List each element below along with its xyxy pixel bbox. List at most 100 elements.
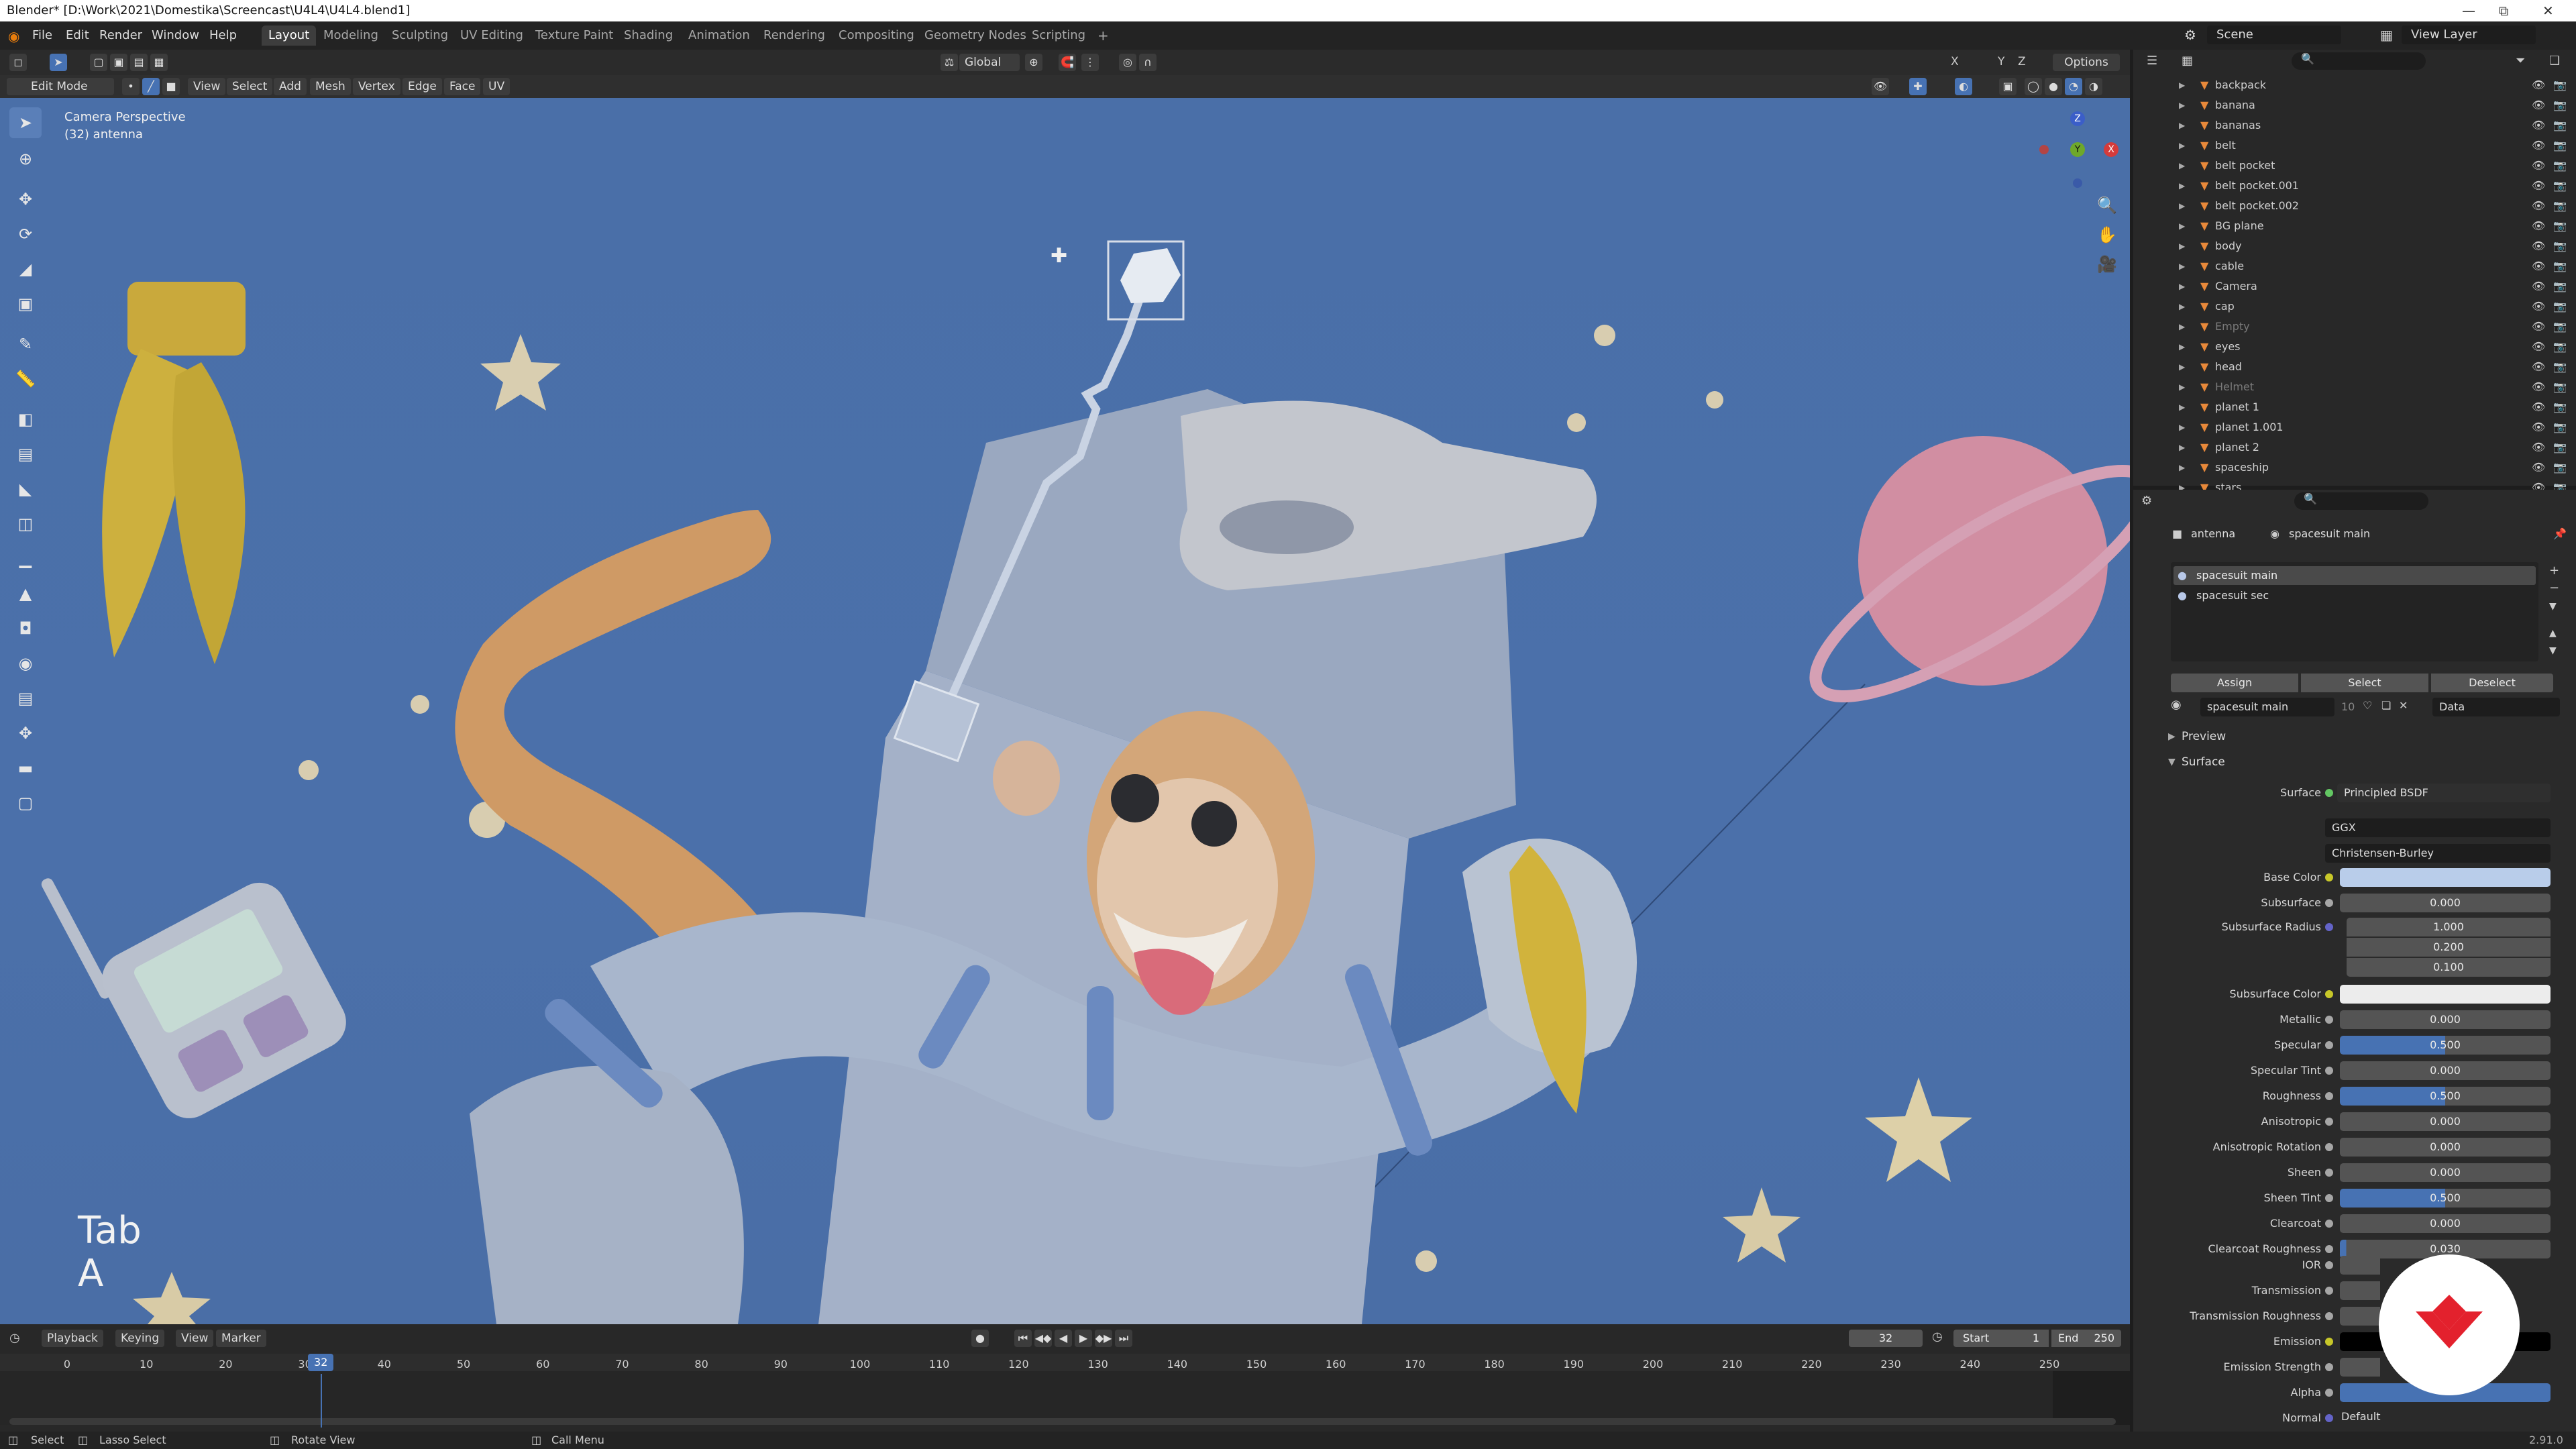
view-layer-selector[interactable]: View Layer xyxy=(2402,25,2536,44)
menu-file[interactable]: File xyxy=(32,28,52,42)
property-value-field[interactable]: 0.000 xyxy=(2340,1163,2551,1182)
camera-render-icon[interactable]: 📷 xyxy=(2553,216,2567,236)
loop-cut-tool-icon[interactable]: ◫ xyxy=(9,508,42,539)
outliner-item[interactable]: ▶ ▼ belt 👁 📷 xyxy=(2133,136,2576,156)
camera-render-icon[interactable]: 📷 xyxy=(2553,397,2567,417)
outliner-item[interactable]: ▶ ▼ head 👁 📷 xyxy=(2133,357,2576,377)
unlink-material-icon[interactable]: ✕ xyxy=(2399,699,2408,712)
expand-arrow-icon[interactable]: ▶ xyxy=(2179,357,2185,377)
play-icon[interactable]: ▶ xyxy=(1075,1330,1092,1347)
expand-arrow-icon[interactable]: ▶ xyxy=(2179,317,2185,337)
menu-add[interactable]: Add xyxy=(274,78,307,95)
camera-render-icon[interactable]: 📷 xyxy=(2553,437,2567,458)
subsurface-method-dropdown[interactable]: Christensen-Burley xyxy=(2325,844,2551,863)
material-name-field[interactable]: spacesuit main xyxy=(2200,698,2334,716)
camera-render-icon[interactable]: 📷 xyxy=(2553,156,2567,176)
menu-keying[interactable]: Keying xyxy=(115,1330,165,1347)
edge-select-icon[interactable]: ╱ xyxy=(142,78,160,95)
menu-playback[interactable]: Playback xyxy=(42,1330,103,1347)
outliner-item-name[interactable]: bananas xyxy=(2215,115,2261,136)
menu-render[interactable]: Render xyxy=(99,28,142,42)
outliner-item-name[interactable]: head xyxy=(2215,357,2242,377)
shading-rendered-icon[interactable]: ◑ xyxy=(2085,78,2102,95)
move-slot-down-icon[interactable]: ▼ xyxy=(2549,645,2557,656)
transmission-roughness-field[interactable] xyxy=(2340,1307,2380,1326)
face-select-icon[interactable]: ■ xyxy=(162,78,180,95)
playhead-line[interactable] xyxy=(321,1374,323,1428)
camera-render-icon[interactable]: 📷 xyxy=(2553,236,2567,256)
distribution-dropdown[interactable]: GGX xyxy=(2325,818,2551,837)
poly-build-tool-icon[interactable]: ▲ xyxy=(9,578,42,609)
surface-panel-header[interactable]: Surface xyxy=(2182,755,2225,769)
add-workspace-icon[interactable]: + xyxy=(1091,25,1116,46)
shading-solid-icon[interactable]: ● xyxy=(2045,78,2062,95)
select-box-mode-icon[interactable]: ▢ xyxy=(90,54,107,71)
surface-collapse-icon[interactable]: ▼ xyxy=(2168,757,2176,767)
outliner-item[interactable]: ▶ ▼ planet 1.001 👁 📷 xyxy=(2133,417,2576,437)
eye-icon[interactable]: 👁 xyxy=(2532,136,2545,156)
scene-selector[interactable]: Scene xyxy=(2207,25,2341,44)
transmission-field[interactable] xyxy=(2340,1281,2380,1300)
outliner-item[interactable]: ▶ ▼ belt pocket.001 👁 📷 xyxy=(2133,176,2576,196)
nav-x-axis[interactable]: X xyxy=(2104,142,2118,157)
xray-icon[interactable]: ▣ xyxy=(1999,78,2017,95)
expand-arrow-icon[interactable]: ▶ xyxy=(2179,136,2185,156)
property-value-field[interactable]: 0.000 xyxy=(2340,1112,2551,1131)
rip-tool-icon[interactable]: ▢ xyxy=(9,788,42,818)
select-button[interactable]: Select xyxy=(2301,674,2428,692)
eye-icon[interactable]: 👁 xyxy=(2532,75,2545,95)
camera-render-icon[interactable]: 📷 xyxy=(2553,95,2567,115)
camera-view-icon[interactable]: 🎥 xyxy=(2097,255,2117,274)
overlay-icon[interactable]: ◐ xyxy=(1955,78,1972,95)
current-frame-field[interactable]: 32 xyxy=(1849,1330,1923,1347)
scale-tool-icon[interactable]: ◢ xyxy=(9,254,42,284)
mirror-x-toggle[interactable]: X xyxy=(1951,55,1959,68)
menu-face[interactable]: Face xyxy=(444,78,481,95)
mode-dropdown[interactable]: Edit Mode xyxy=(7,78,114,95)
camera-render-icon[interactable]: 📷 xyxy=(2553,337,2567,357)
expand-arrow-icon[interactable]: ▶ xyxy=(2179,377,2185,397)
eye-icon[interactable]: 👁 xyxy=(2532,437,2545,458)
camera-render-icon[interactable]: 📷 xyxy=(2553,276,2567,297)
eye-icon[interactable]: 👁 xyxy=(2532,458,2545,478)
pin-icon[interactable]: 📌 xyxy=(2553,527,2567,540)
preview-expand-icon[interactable]: ▶ xyxy=(2168,731,2176,742)
outliner-item-name[interactable]: planet 1.001 xyxy=(2215,417,2284,437)
outliner-item-name[interactable]: belt xyxy=(2215,136,2236,156)
property-value-field[interactable]: 0.500 xyxy=(2340,1189,2551,1208)
outliner-item[interactable]: ▶ ▼ planet 2 👁 📷 xyxy=(2133,437,2576,458)
expand-arrow-icon[interactable]: ▶ xyxy=(2179,417,2185,437)
measure-tool-icon[interactable]: 📏 xyxy=(9,364,42,394)
deselect-button[interactable]: Deselect xyxy=(2431,674,2553,692)
properties-editor-icon[interactable]: ⚙ xyxy=(2141,494,2152,508)
nav-z-axis[interactable]: Z xyxy=(2070,111,2085,126)
smooth-tool-icon[interactable]: ◉ xyxy=(9,648,42,679)
gizmo-icon[interactable]: ✚ xyxy=(1909,78,1927,95)
outliner-item[interactable]: ▶ ▼ backpack 👁 📷 xyxy=(2133,75,2576,95)
outliner-item-name[interactable]: backpack xyxy=(2215,75,2266,95)
select-tool-icon[interactable]: ➤ xyxy=(50,54,67,71)
nav-neg-z-axis[interactable] xyxy=(2073,178,2082,188)
expand-arrow-icon[interactable]: ▶ xyxy=(2179,437,2185,458)
expand-arrow-icon[interactable]: ▶ xyxy=(2179,176,2185,196)
property-value-field[interactable]: 0.000 xyxy=(2340,1214,2551,1233)
outliner-editor-icon[interactable]: ☰ xyxy=(2147,54,2157,68)
preview-range-icon[interactable]: ◷ xyxy=(1932,1330,1943,1344)
tab-rendering[interactable]: Rendering xyxy=(757,25,832,46)
property-value-field[interactable]: 0.500 xyxy=(2340,1087,2551,1106)
zoom-icon[interactable]: 🔍 xyxy=(2097,196,2117,215)
proportional-edit-icon[interactable]: ◎ xyxy=(1119,54,1136,71)
subsurface-radius-x-field[interactable]: 1.000 xyxy=(2347,918,2551,936)
select-extend-icon[interactable]: ▣ xyxy=(110,54,127,71)
eye-icon[interactable]: 👁 xyxy=(2532,357,2545,377)
outliner-item[interactable]: ▶ ▼ bananas 👁 📷 xyxy=(2133,115,2576,136)
expand-arrow-icon[interactable]: ▶ xyxy=(2179,196,2185,216)
camera-render-icon[interactable]: 📷 xyxy=(2553,317,2567,337)
material-slot-name[interactable]: spacesuit sec xyxy=(2196,589,2269,602)
expand-arrow-icon[interactable]: ▶ xyxy=(2179,297,2185,317)
preview-panel-header[interactable]: Preview xyxy=(2182,730,2226,743)
annotate-tool-icon[interactable]: ✎ xyxy=(9,329,42,360)
options-dropdown[interactable]: Options xyxy=(2053,54,2120,71)
camera-render-icon[interactable]: 📷 xyxy=(2553,297,2567,317)
menu-select[interactable]: Select xyxy=(227,78,273,95)
